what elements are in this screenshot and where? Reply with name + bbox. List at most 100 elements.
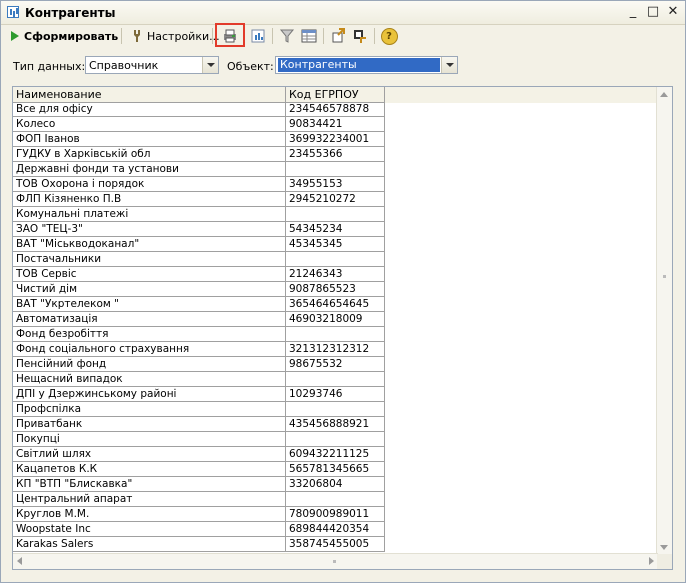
- cell-code[interactable]: [286, 327, 385, 342]
- cell-name[interactable]: КП "ВТП "Блискавка": [13, 477, 286, 492]
- cell-name[interactable]: ВАТ "Укртелеком ": [13, 297, 286, 312]
- column-header-name[interactable]: Наименование: [13, 87, 286, 103]
- data-type-label: Тип данных:: [13, 60, 86, 73]
- close-button[interactable]: ✕: [664, 4, 682, 20]
- report-chart-button[interactable]: [248, 26, 268, 46]
- scroll-up-icon[interactable]: [660, 92, 668, 97]
- cell-code[interactable]: [286, 162, 385, 177]
- cell-name[interactable]: ФЛП Кізяненко П.В: [13, 192, 286, 207]
- cell-code[interactable]: [286, 372, 385, 387]
- cell-name[interactable]: ФОП Іванов: [13, 132, 286, 147]
- horizontal-scrollbar[interactable]: [13, 553, 658, 569]
- cell-code[interactable]: [286, 492, 385, 507]
- cell-name[interactable]: ЗАО "ТЕЦ-3": [13, 222, 286, 237]
- cell-code[interactable]: 369932234001: [286, 132, 385, 147]
- help-glyph: ?: [380, 27, 398, 45]
- scroll-thumb-grip[interactable]: [663, 275, 666, 278]
- scroll-thumb-grip[interactable]: [333, 560, 336, 563]
- vertical-scrollbar[interactable]: [656, 87, 672, 555]
- object-value: Контрагенты: [278, 58, 440, 72]
- cell-name[interactable]: Постачальники: [13, 252, 286, 267]
- expand-groups-button[interactable]: [328, 26, 348, 46]
- cell-name[interactable]: Центральний апарат: [13, 492, 286, 507]
- cell-name[interactable]: Кацапетов К.К: [13, 462, 286, 477]
- scroll-corner: [657, 554, 672, 569]
- cell-name[interactable]: Чистий дім: [13, 282, 286, 297]
- cell-name[interactable]: Круглов М.М.: [13, 507, 286, 522]
- help-button[interactable]: ?: [379, 26, 399, 46]
- cell-name[interactable]: ТОВ Сервіс: [13, 267, 286, 282]
- cell-code[interactable]: 46903218009: [286, 312, 385, 327]
- minimize-button[interactable]: _: [624, 4, 642, 20]
- table-view-button[interactable]: [299, 26, 319, 46]
- scroll-down-icon[interactable]: [660, 545, 668, 550]
- cell-code[interactable]: 34955153: [286, 177, 385, 192]
- cell-name[interactable]: Колесо: [13, 117, 286, 132]
- cell-name[interactable]: Пенсійний фонд: [13, 357, 286, 372]
- cell-name[interactable]: ГУДКУ в Харківській обл: [13, 147, 286, 162]
- column-header-code[interactable]: Код ЕГРПОУ: [286, 87, 385, 103]
- cell-name[interactable]: Приватбанк: [13, 417, 286, 432]
- cell-code[interactable]: [286, 402, 385, 417]
- help-icon: ?: [379, 26, 399, 46]
- cell-code[interactable]: [286, 207, 385, 222]
- cell-name[interactable]: ВАТ "Міськводоканал": [13, 237, 286, 252]
- cell-name[interactable]: Державні фонди та установи: [13, 162, 286, 177]
- empty-column: [385, 87, 658, 103]
- scroll-right-icon[interactable]: [649, 557, 654, 565]
- cell-name[interactable]: Комунальні платежі: [13, 207, 286, 222]
- data-type-select[interactable]: Справочник: [85, 56, 219, 74]
- maximize-button[interactable]: □: [644, 4, 662, 20]
- cell-code[interactable]: 365464654645: [286, 297, 385, 312]
- cell-code[interactable]: 23455366: [286, 147, 385, 162]
- cell-code[interactable]: [286, 432, 385, 447]
- settings-label: Настройки...: [147, 29, 220, 43]
- cell-name[interactable]: Світлий шлях: [13, 447, 286, 462]
- object-select[interactable]: Контрагенты: [275, 56, 458, 74]
- cell-code[interactable]: 321312312312: [286, 342, 385, 357]
- cell-name[interactable]: Фонд соціального страхування: [13, 342, 286, 357]
- cell-name[interactable]: ТОВ Охорона і порядок: [13, 177, 286, 192]
- cell-code[interactable]: 565781345665: [286, 462, 385, 477]
- settings-button[interactable]: Настройки...: [127, 26, 220, 46]
- cell-code[interactable]: 10293746: [286, 387, 385, 402]
- toolbar-separator: [323, 28, 324, 44]
- cell-code[interactable]: 54345234: [286, 222, 385, 237]
- cell-code[interactable]: 435456888921: [286, 417, 385, 432]
- cell-code[interactable]: 358745455005: [286, 537, 385, 552]
- cell-code[interactable]: 98675532: [286, 357, 385, 372]
- cell-name[interactable]: Woopstate Inc: [13, 522, 286, 537]
- filter-row: Тип данных: Справочник Объект: Контраген…: [1, 55, 685, 77]
- cell-code[interactable]: 234546578878: [286, 102, 385, 117]
- generate-button[interactable]: Сформировать: [11, 26, 118, 46]
- cell-code[interactable]: 90834421: [286, 117, 385, 132]
- cell-name[interactable]: Автоматизація: [13, 312, 286, 327]
- cell-name[interactable]: Нещасний випадок: [13, 372, 286, 387]
- filter-button[interactable]: [277, 26, 297, 46]
- cell-code[interactable]: 9087865523: [286, 282, 385, 297]
- cell-code[interactable]: [286, 252, 385, 267]
- cell-name[interactable]: Профспілка: [13, 402, 286, 417]
- cell-name[interactable]: Все для офісу: [13, 102, 286, 117]
- cell-name[interactable]: Karakas Salers: [13, 537, 286, 552]
- report-window: Контрагенты _ □ ✕ Сформировать Настройки…: [0, 0, 686, 583]
- cell-name[interactable]: ДПІ у Дзержинському районі: [13, 387, 286, 402]
- cell-name[interactable]: Покупці: [13, 432, 286, 447]
- report-grid[interactable]: Наименование Код ЕГРПОУ Все для офісу 234…: [12, 86, 673, 570]
- cell-code[interactable]: 689844420354: [286, 522, 385, 537]
- cell-code[interactable]: 21246343: [286, 267, 385, 282]
- data-type-value: Справочник: [89, 59, 159, 72]
- title-bar: Контрагенты _ □ ✕: [1, 1, 685, 25]
- cell-code[interactable]: 2945210272: [286, 192, 385, 207]
- cell-name[interactable]: Фонд безробіття: [13, 327, 286, 342]
- scroll-left-icon[interactable]: [17, 557, 22, 565]
- cell-code[interactable]: 45345345: [286, 237, 385, 252]
- table-icon: [299, 26, 319, 46]
- cell-code[interactable]: 33206804: [286, 477, 385, 492]
- chevron-down-icon[interactable]: [202, 57, 218, 73]
- collapse-groups-button[interactable]: [350, 26, 370, 46]
- report-app-icon: [7, 6, 19, 18]
- chevron-down-icon[interactable]: [441, 57, 457, 73]
- cell-code[interactable]: 609432211125: [286, 447, 385, 462]
- cell-code[interactable]: 780900989011: [286, 507, 385, 522]
